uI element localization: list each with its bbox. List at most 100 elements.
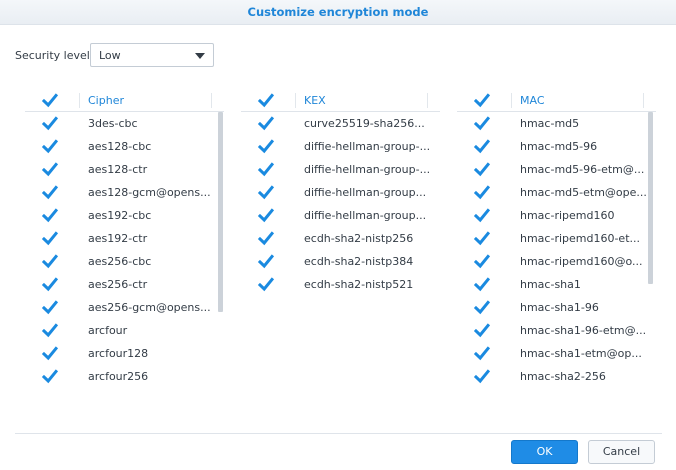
list-item[interactable]: aes256-ctr	[25, 273, 224, 296]
list-item[interactable]: arcfour256	[25, 365, 224, 388]
list-item[interactable]: hmac-sha1-etm@op...	[457, 342, 656, 365]
list-item[interactable]: ecdh-sha2-nistp384	[241, 250, 440, 273]
checkbox[interactable]	[474, 185, 490, 200]
item-label: hmac-sha1	[520, 278, 581, 291]
list-item[interactable]: aes192-cbc	[25, 204, 224, 227]
item-label: diffie-hellman-group-...	[304, 140, 431, 153]
list-item[interactable]: hmac-md5	[457, 112, 656, 135]
checkbox[interactable]	[258, 231, 274, 246]
list-item[interactable]: diffie-hellman-group...	[241, 181, 440, 204]
checkbox[interactable]	[42, 162, 58, 177]
select-all-checkbox[interactable]	[258, 93, 274, 108]
list-item[interactable]: aes128-cbc	[25, 135, 224, 158]
checkbox[interactable]	[258, 116, 274, 131]
checkbox[interactable]	[258, 139, 274, 154]
security-level-select[interactable]: Low	[90, 43, 214, 67]
ok-button[interactable]: OK	[511, 440, 578, 464]
list-item[interactable]: aes192-ctr	[25, 227, 224, 250]
checkbox[interactable]	[258, 254, 274, 269]
list-item[interactable]: hmac-sha1-96	[457, 296, 656, 319]
kex-list: KEX curve25519-sha256... diffie-hellman-gr…	[241, 89, 440, 385]
checkbox[interactable]	[258, 185, 274, 200]
list-item[interactable]: diffie-hellman-group-...	[241, 135, 440, 158]
checkbox[interactable]	[474, 369, 490, 384]
select-all-checkbox[interactable]	[474, 93, 490, 108]
list-item[interactable]: hmac-md5-96-etm@...	[457, 158, 656, 181]
column-divider	[643, 93, 644, 108]
checkbox[interactable]	[474, 139, 490, 154]
scrollbar[interactable]	[648, 112, 653, 284]
checkbox[interactable]	[474, 277, 490, 292]
item-label: arcfour256	[88, 370, 149, 383]
checkbox[interactable]	[258, 277, 274, 292]
checkbox[interactable]	[42, 254, 58, 269]
list-item[interactable]: hmac-ripemd160@o...	[457, 250, 656, 273]
item-label: hmac-md5	[520, 117, 580, 130]
list-item[interactable]: hmac-sha1	[457, 273, 656, 296]
checkbox[interactable]	[42, 116, 58, 131]
checkbox[interactable]	[474, 231, 490, 246]
list-item[interactable]: hmac-ripemd160-et...	[457, 227, 656, 250]
list-item[interactable]: aes256-cbc	[25, 250, 224, 273]
checkbox[interactable]	[474, 116, 490, 131]
footer-divider	[15, 433, 662, 434]
item-label: curve25519-sha256...	[304, 117, 425, 130]
checkbox[interactable]	[42, 346, 58, 361]
kex-header: KEX	[241, 89, 440, 112]
item-label: ecdh-sha2-nistp384	[304, 255, 414, 268]
item-label: hmac-sha1-etm@op...	[520, 347, 642, 360]
column-title[interactable]: KEX	[304, 94, 326, 107]
list-item[interactable]: ecdh-sha2-nistp521	[241, 273, 440, 296]
column-divider	[79, 93, 80, 108]
checkbox[interactable]	[258, 162, 274, 177]
list-item[interactable]: hmac-md5-96	[457, 135, 656, 158]
item-label: arcfour128	[88, 347, 149, 360]
checkbox[interactable]	[42, 231, 58, 246]
checkbox[interactable]	[474, 254, 490, 269]
column-title[interactable]: MAC	[520, 94, 545, 107]
list-item[interactable]: hmac-sha1-96-etm@...	[457, 319, 656, 342]
checkbox[interactable]	[42, 277, 58, 292]
item-label: hmac-ripemd160@o...	[520, 255, 643, 268]
list-item[interactable]: arcfour	[25, 319, 224, 342]
list-item[interactable]: curve25519-sha256...	[241, 112, 440, 135]
list-item[interactable]: diffie-hellman-group...	[241, 204, 440, 227]
list-item[interactable]: aes128-ctr	[25, 158, 224, 181]
item-label: aes192-ctr	[88, 232, 148, 245]
item-label: hmac-ripemd160-et...	[520, 232, 641, 245]
list-item[interactable]: hmac-md5-etm@ope...	[457, 181, 656, 204]
checkbox[interactable]	[42, 323, 58, 338]
item-label: aes256-ctr	[88, 278, 148, 291]
item-label: aes192-cbc	[88, 209, 152, 222]
security-level-label: Security level:	[15, 49, 94, 62]
checkbox[interactable]	[42, 208, 58, 223]
list-item[interactable]: ecdh-sha2-nistp256	[241, 227, 440, 250]
checkbox[interactable]	[258, 208, 274, 223]
list-item[interactable]: hmac-sha2-256	[457, 365, 656, 388]
scrollbar[interactable]	[218, 112, 223, 312]
select-all-checkbox[interactable]	[42, 93, 58, 108]
mac-header: MAC	[457, 89, 656, 112]
item-label: hmac-sha2-256	[520, 370, 606, 383]
checkbox[interactable]	[42, 300, 58, 315]
column-title[interactable]: Cipher	[88, 94, 124, 107]
list-item[interactable]: diffie-hellman-group-...	[241, 158, 440, 181]
list-item[interactable]: aes256-gcm@opens...	[25, 296, 224, 319]
checkbox[interactable]	[42, 369, 58, 384]
checkbox[interactable]	[474, 162, 490, 177]
checkbox[interactable]	[474, 300, 490, 315]
checkbox[interactable]	[474, 208, 490, 223]
item-label: ecdh-sha2-nistp256	[304, 232, 414, 245]
dialog-title: Customize encryption mode	[0, 0, 676, 25]
list-item[interactable]: 3des-cbc	[25, 112, 224, 135]
checkbox[interactable]	[42, 185, 58, 200]
list-item[interactable]: aes128-gcm@opens...	[25, 181, 224, 204]
checkbox[interactable]	[42, 139, 58, 154]
cancel-button[interactable]: Cancel	[588, 440, 655, 464]
item-label: ecdh-sha2-nistp521	[304, 278, 414, 291]
checkbox[interactable]	[474, 323, 490, 338]
checkbox[interactable]	[474, 346, 490, 361]
list-item[interactable]: hmac-ripemd160	[457, 204, 656, 227]
column-divider	[295, 93, 296, 108]
list-item[interactable]: arcfour128	[25, 342, 224, 365]
